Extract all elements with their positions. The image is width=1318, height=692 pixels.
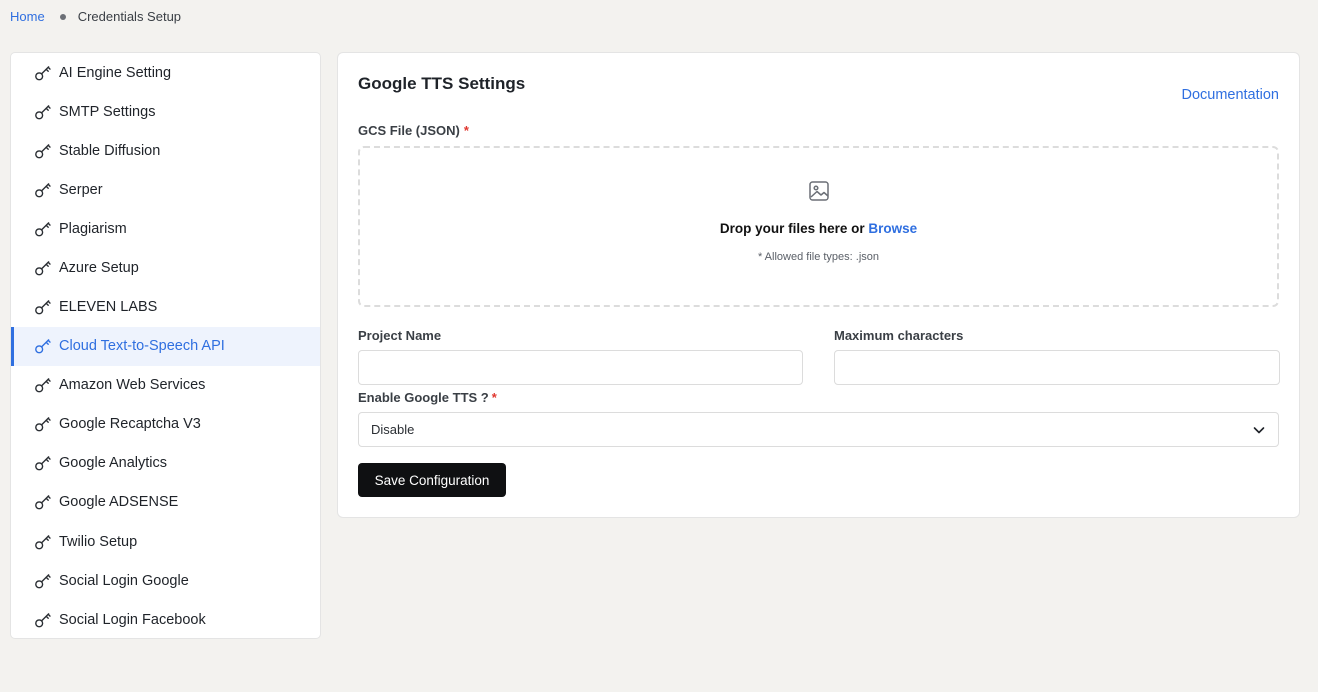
sidebar-item-label: Plagiarism	[59, 220, 127, 237]
sidebar-item-label: Stable Diffusion	[59, 142, 161, 159]
key-icon	[35, 339, 51, 354]
panel-title: Google TTS Settings	[358, 74, 526, 93]
sidebar-item-label: Serper	[59, 181, 103, 198]
sidebar-item-stable-diffusion[interactable]: Stable Diffusion	[11, 131, 320, 170]
sidebar-item-label: Cloud Text-to-Speech API	[59, 338, 225, 355]
dropzone-text: Drop your files here or Browse	[720, 221, 917, 236]
documentation-link[interactable]: Documentation	[1181, 87, 1279, 103]
allowed-types-hint: * Allowed file types: .json	[757, 251, 880, 263]
breadcrumb-current: Credentials Setup	[77, 9, 182, 24]
sidebar-item-label: Azure Setup	[59, 259, 139, 276]
key-icon	[35, 534, 51, 549]
sidebar-item-label: Google Recaptcha V3	[59, 416, 201, 433]
sidebar-item-ai-engine-setting[interactable]: AI Engine Setting	[11, 53, 320, 92]
sidebar-item-serper[interactable]: Serper	[11, 170, 320, 209]
dropzone-instruction: Drop your files here or	[719, 221, 865, 236]
sidebar-item-label: SMTP Settings	[59, 103, 156, 120]
save-configuration-button[interactable]: Save Configuration	[358, 463, 506, 497]
sidebar-item-smtp-settings[interactable]: SMTP Settings	[11, 92, 320, 131]
sidebar-item-twilio-setup[interactable]: Twilio Setup	[11, 522, 320, 561]
breadcrumb: Home Credentials Setup	[10, 9, 181, 24]
enable-tts-selected-value: Disable	[371, 422, 415, 437]
required-mark: *	[463, 123, 469, 138]
enable-tts-select[interactable]: Disable	[358, 412, 1279, 447]
image-icon	[808, 181, 829, 201]
breadcrumb-separator	[59, 13, 66, 20]
key-icon	[35, 222, 51, 237]
browse-link[interactable]: Browse	[868, 221, 917, 236]
key-icon	[35, 300, 51, 315]
enable-tts-label-text: Enable Google TTS ?	[358, 390, 489, 405]
sidebar-item-cloud-text-to-speech-api[interactable]: Cloud Text-to-Speech API	[11, 326, 320, 366]
file-dropzone[interactable]: Drop your files here or Browse * Allowed…	[358, 146, 1279, 307]
gcs-file-label-text: GCS File (JSON)	[358, 123, 460, 138]
gcs-file-label: GCS File (JSON) *	[358, 123, 469, 138]
sidebar-item-google-adsense[interactable]: Google ADSENSE	[11, 483, 320, 522]
key-icon	[35, 261, 51, 276]
key-icon	[35, 573, 51, 589]
sidebar-item-eleven-labs[interactable]: ELEVEN LABS	[11, 287, 320, 326]
sidebar-item-label: Google ADSENSE	[59, 494, 179, 511]
key-icon	[35, 182, 51, 198]
credentials-sidebar: AI Engine Setting SMTP Settings Stable D…	[10, 52, 321, 639]
key-icon	[35, 65, 51, 80]
key-icon	[35, 417, 51, 432]
sidebar-item-label: Amazon Web Services	[59, 377, 206, 394]
enable-tts-label: Enable Google TTS ? *	[358, 390, 497, 405]
google-tts-settings-panel: Google TTS Settings Documentation GCS Fi…	[337, 52, 1300, 518]
sidebar-item-label: AI Engine Setting	[59, 64, 172, 81]
max-characters-label: Maximum characters	[834, 328, 964, 343]
sidebar-item-label: Social Login Google	[59, 572, 189, 589]
sidebar-item-google-recaptcha-v3[interactable]: Google Recaptcha V3	[11, 405, 320, 444]
sidebar-item-plagiarism[interactable]: Plagiarism	[11, 209, 320, 248]
project-name-input[interactable]	[358, 350, 803, 385]
key-icon	[35, 104, 51, 119]
key-icon	[35, 378, 51, 393]
chevron-down-icon	[1253, 426, 1265, 433]
breadcrumb-home-link[interactable]: Home	[10, 9, 45, 24]
max-characters-input[interactable]	[834, 350, 1280, 385]
required-mark: *	[491, 390, 497, 405]
sidebar-item-social-login-facebook[interactable]: Social Login Facebook	[11, 600, 320, 638]
sidebar-item-social-login-google[interactable]: Social Login Google	[11, 561, 320, 600]
project-name-label: Project Name	[358, 328, 442, 343]
sidebar-item-google-analytics[interactable]: Google Analytics	[11, 444, 320, 483]
sidebar-item-label: Google Analytics	[59, 455, 168, 472]
key-icon	[35, 495, 51, 510]
sidebar-item-amazon-web-services[interactable]: Amazon Web Services	[11, 366, 320, 405]
sidebar-item-azure-setup[interactable]: Azure Setup	[11, 248, 320, 287]
sidebar-item-label: ELEVEN LABS	[59, 299, 158, 316]
sidebar-item-label: Twilio Setup	[59, 533, 138, 550]
key-icon	[35, 143, 51, 159]
key-icon	[35, 456, 51, 471]
sidebar-list: AI Engine Setting SMTP Settings Stable D…	[11, 53, 320, 638]
key-icon	[35, 612, 51, 628]
sidebar-item-label: Social Login Facebook	[59, 611, 206, 628]
